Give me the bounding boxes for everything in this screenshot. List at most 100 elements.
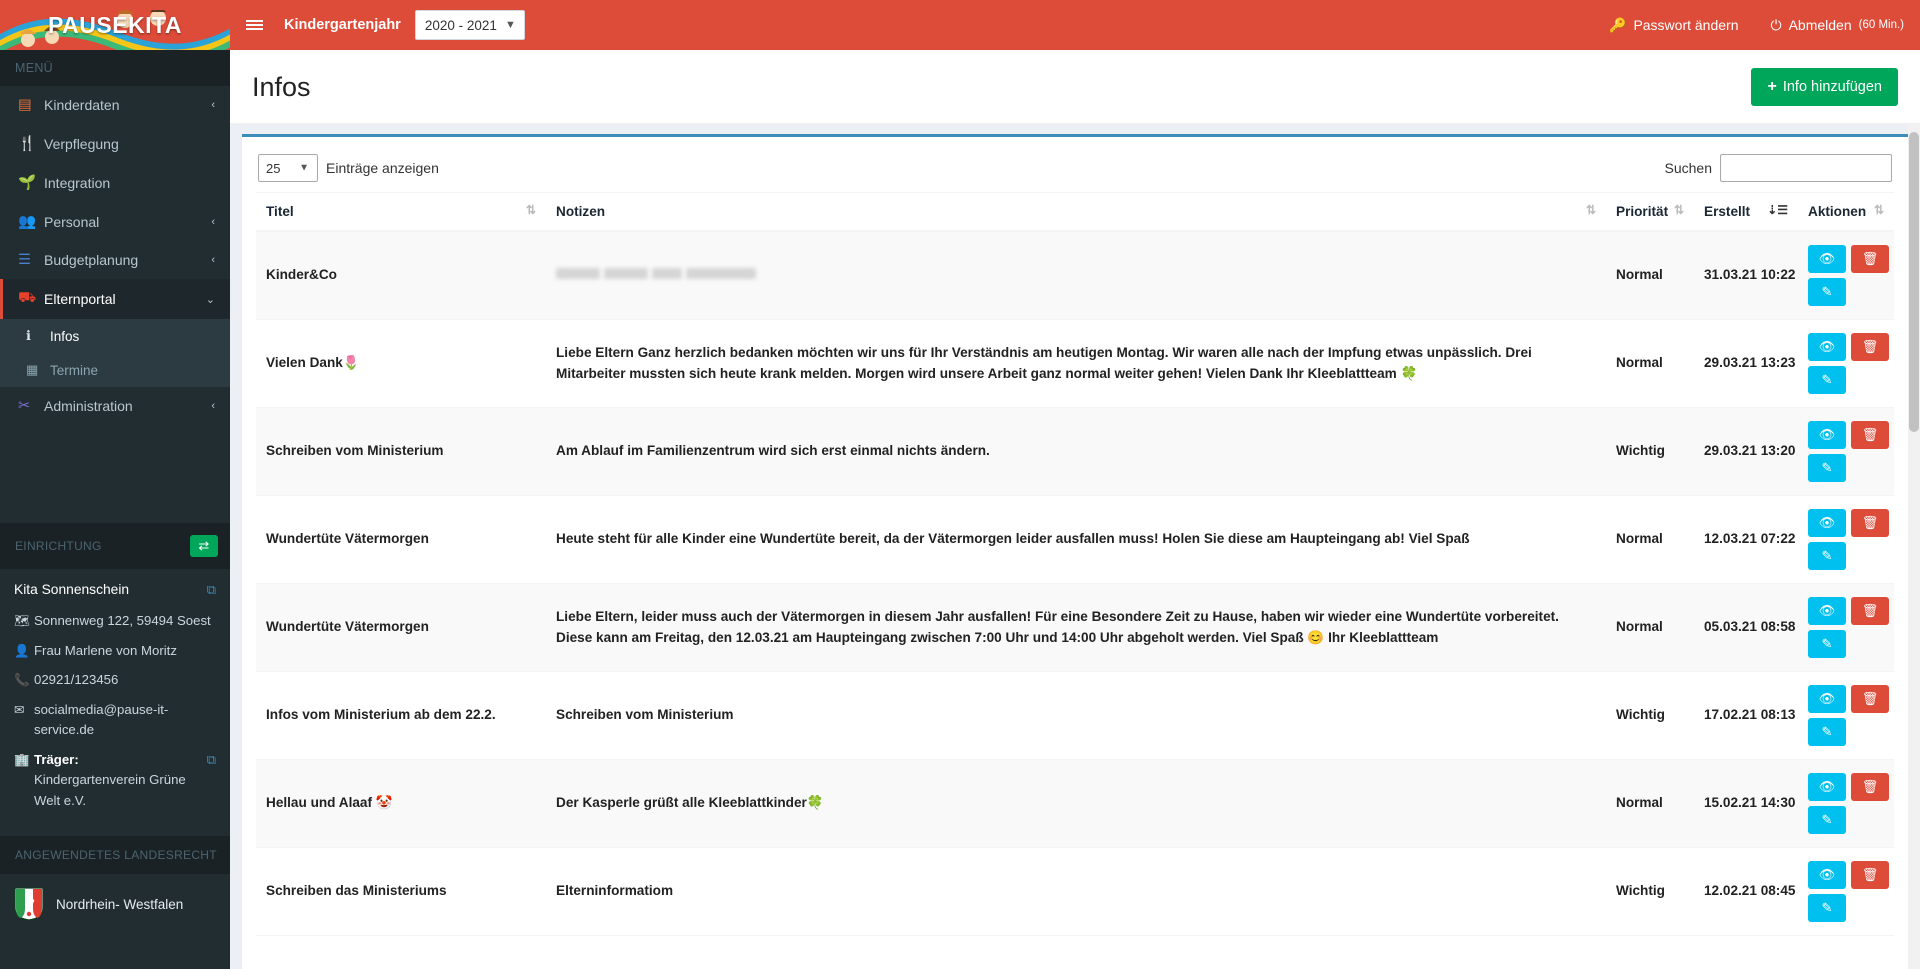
column-header-aktionen[interactable]: Aktionen ⇅: [1798, 193, 1894, 232]
users-icon: 👥: [18, 213, 44, 230]
eye-icon: 👁: [1819, 603, 1836, 619]
add-info-button[interactable]: + Info hinzufügen: [1751, 68, 1898, 106]
cell-aktionen: 👁 🗑 ✎: [1798, 584, 1894, 672]
column-label: Priorität: [1616, 204, 1668, 219]
column-label: Aktionen: [1808, 204, 1866, 219]
view-button[interactable]: 👁: [1808, 421, 1846, 449]
sort-icon: ⇅: [1874, 204, 1884, 217]
cell-prioritaet: Normal: [1606, 584, 1694, 672]
edit-button[interactable]: ✎: [1808, 630, 1846, 658]
cell-notizen: Schreiben vom Ministerium: [546, 672, 1606, 760]
swap-icon[interactable]: ⇄: [190, 535, 218, 557]
pencil-square-icon: ✎: [1822, 284, 1833, 300]
column-header-erstellt[interactable]: Erstellt ⇣☰: [1694, 193, 1798, 232]
infos-box: 25 ▼ Einträge anzeigen Suchen: [242, 134, 1908, 969]
trash-icon: 🗑: [1862, 251, 1879, 267]
vertical-scrollbar[interactable]: [1908, 124, 1920, 969]
edit-button[interactable]: ✎: [1808, 542, 1846, 570]
tulip-emoji: 🌷: [343, 355, 360, 371]
page-length-select[interactable]: 25: [258, 154, 318, 182]
sidebar-item-administration[interactable]: ✂ Administration ‹: [0, 387, 230, 425]
view-button[interactable]: 👁: [1808, 773, 1846, 801]
column-header-prioritaet[interactable]: Priorität ⇅: [1606, 193, 1694, 232]
action-buttons: 👁 🗑 ✎: [1808, 509, 1894, 570]
view-button[interactable]: 👁: [1808, 509, 1846, 537]
page-title: Infos: [252, 72, 311, 103]
hamburger-bar: [246, 20, 263, 22]
map-marker-icon: 🗺: [14, 611, 34, 631]
chevron-left-icon: ‹: [211, 400, 215, 412]
sidebar-item-termine[interactable]: ▦ Termine: [0, 353, 230, 387]
sidebar-item-infos[interactable]: ℹ Infos: [0, 319, 230, 353]
kindergartenjahr-select[interactable]: 2020 - 2021: [415, 10, 525, 40]
sidebar-item-personal[interactable]: 👥 Personal ‹: [0, 202, 230, 241]
sidebar-submenu-elternportal: ℹ Infos ▦ Termine: [0, 319, 230, 387]
sidebar-item-integration[interactable]: 🌱 Integration: [0, 163, 230, 202]
cell-aktionen: 👁 🗑 ✎: [1798, 408, 1894, 496]
scrollbar-thumb[interactable]: [1909, 132, 1919, 432]
cell-notizen: Am Ablauf im Familienzentrum wird sich e…: [546, 408, 1606, 496]
cell-titel: Vielen Dank🌷: [256, 320, 546, 408]
eye-icon: 👁: [1819, 867, 1836, 883]
table-row: Wundertüte Vätermorgen Heute steht für a…: [256, 496, 1894, 584]
menu-toggle-button[interactable]: [230, 0, 278, 50]
pencil-square-icon: ✎: [1822, 460, 1833, 476]
chevron-left-icon: ‹: [211, 216, 215, 228]
sidebar-item-elternportal[interactable]: ⛟ Elternportal ⌄: [0, 279, 230, 319]
edit-button[interactable]: ✎: [1808, 718, 1846, 746]
table-row: Wundertüte Vätermorgen Liebe Eltern, lei…: [256, 584, 1894, 672]
page-length-control: 25 ▼ Einträge anzeigen: [258, 154, 439, 182]
edit-button[interactable]: ✎: [1808, 806, 1846, 834]
infos-table: Titel ⇅ Notizen ⇅ Priorität ⇅: [256, 192, 1894, 936]
law-section-heading: ANGEWENDETES LANDESRECHT: [0, 836, 230, 874]
view-button[interactable]: 👁: [1808, 245, 1846, 273]
logout-link[interactable]: ⏻ Abmelden(60 Min.): [1755, 0, 1920, 50]
edit-button[interactable]: ✎: [1808, 278, 1846, 306]
edit-button[interactable]: ✎: [1808, 894, 1846, 922]
column-label: Titel: [266, 204, 294, 219]
facility-traeger-label: Träger:: [34, 752, 79, 767]
cell-notizen: [546, 231, 1606, 320]
sort-icon: ⇅: [526, 204, 536, 217]
delete-button[interactable]: 🗑: [1851, 509, 1889, 537]
column-header-notizen[interactable]: Notizen ⇅: [546, 193, 1606, 232]
sidebar-item-label: Personal: [44, 214, 211, 230]
external-link-icon[interactable]: ⧉: [207, 580, 216, 600]
sort-desc-icon: ⇣☰: [1767, 204, 1788, 217]
edit-button[interactable]: ✎: [1808, 454, 1846, 482]
sidebar-item-budgetplanung[interactable]: ☰ Budgetplanung ‹: [0, 241, 230, 279]
clown-emoji: 🤡: [376, 795, 393, 811]
external-link-icon-traeger[interactable]: ⧉: [207, 750, 216, 770]
view-button[interactable]: 👁: [1808, 861, 1846, 889]
delete-button[interactable]: 🗑: [1851, 421, 1889, 449]
facility-info: Kita Sonnenschein ⧉ 🗺 Sonnenweg 122, 594…: [0, 569, 230, 830]
search-input[interactable]: [1720, 154, 1892, 182]
cell-notizen: Liebe Eltern Ganz herzlich bedanken möch…: [546, 320, 1606, 408]
main-area: Kindergartenjahr 2020 - 2021 ▼ 🔑 Passwor…: [230, 0, 1920, 969]
sidebar-item-verpflegung[interactable]: 🍴 Verpflegung: [0, 124, 230, 163]
content-header: Infos + Info hinzufügen: [230, 50, 1920, 124]
view-button[interactable]: 👁: [1808, 685, 1846, 713]
edit-button[interactable]: ✎: [1808, 366, 1846, 394]
delete-button[interactable]: 🗑: [1851, 245, 1889, 273]
eye-icon: 👁: [1819, 515, 1836, 531]
cell-aktionen: 👁 🗑 ✎: [1798, 760, 1894, 848]
sidebar-item-kinderdaten[interactable]: ▤ Kinderdaten ‹: [0, 86, 230, 124]
brand-logo[interactable]: PAUSEKITA: [0, 0, 230, 50]
trash-icon: 🗑: [1862, 427, 1879, 443]
delete-button[interactable]: 🗑: [1851, 597, 1889, 625]
trash-icon: 🗑: [1862, 779, 1879, 795]
delete-button[interactable]: 🗑: [1851, 333, 1889, 361]
change-password-link[interactable]: 🔑 Passwort ändern: [1593, 0, 1755, 50]
column-header-titel[interactable]: Titel ⇅: [256, 193, 546, 232]
delete-button[interactable]: 🗑: [1851, 773, 1889, 801]
eye-icon: 👁: [1819, 427, 1836, 443]
delete-button[interactable]: 🗑: [1851, 861, 1889, 889]
delete-button[interactable]: 🗑: [1851, 685, 1889, 713]
view-button[interactable]: 👁: [1808, 597, 1846, 625]
tools-icon: ✂: [18, 398, 44, 414]
hamburger-bar: [246, 24, 263, 26]
action-buttons: 👁 🗑 ✎: [1808, 773, 1894, 834]
view-button[interactable]: 👁: [1808, 333, 1846, 361]
logout-timer: (60 Min.): [1859, 19, 1904, 31]
